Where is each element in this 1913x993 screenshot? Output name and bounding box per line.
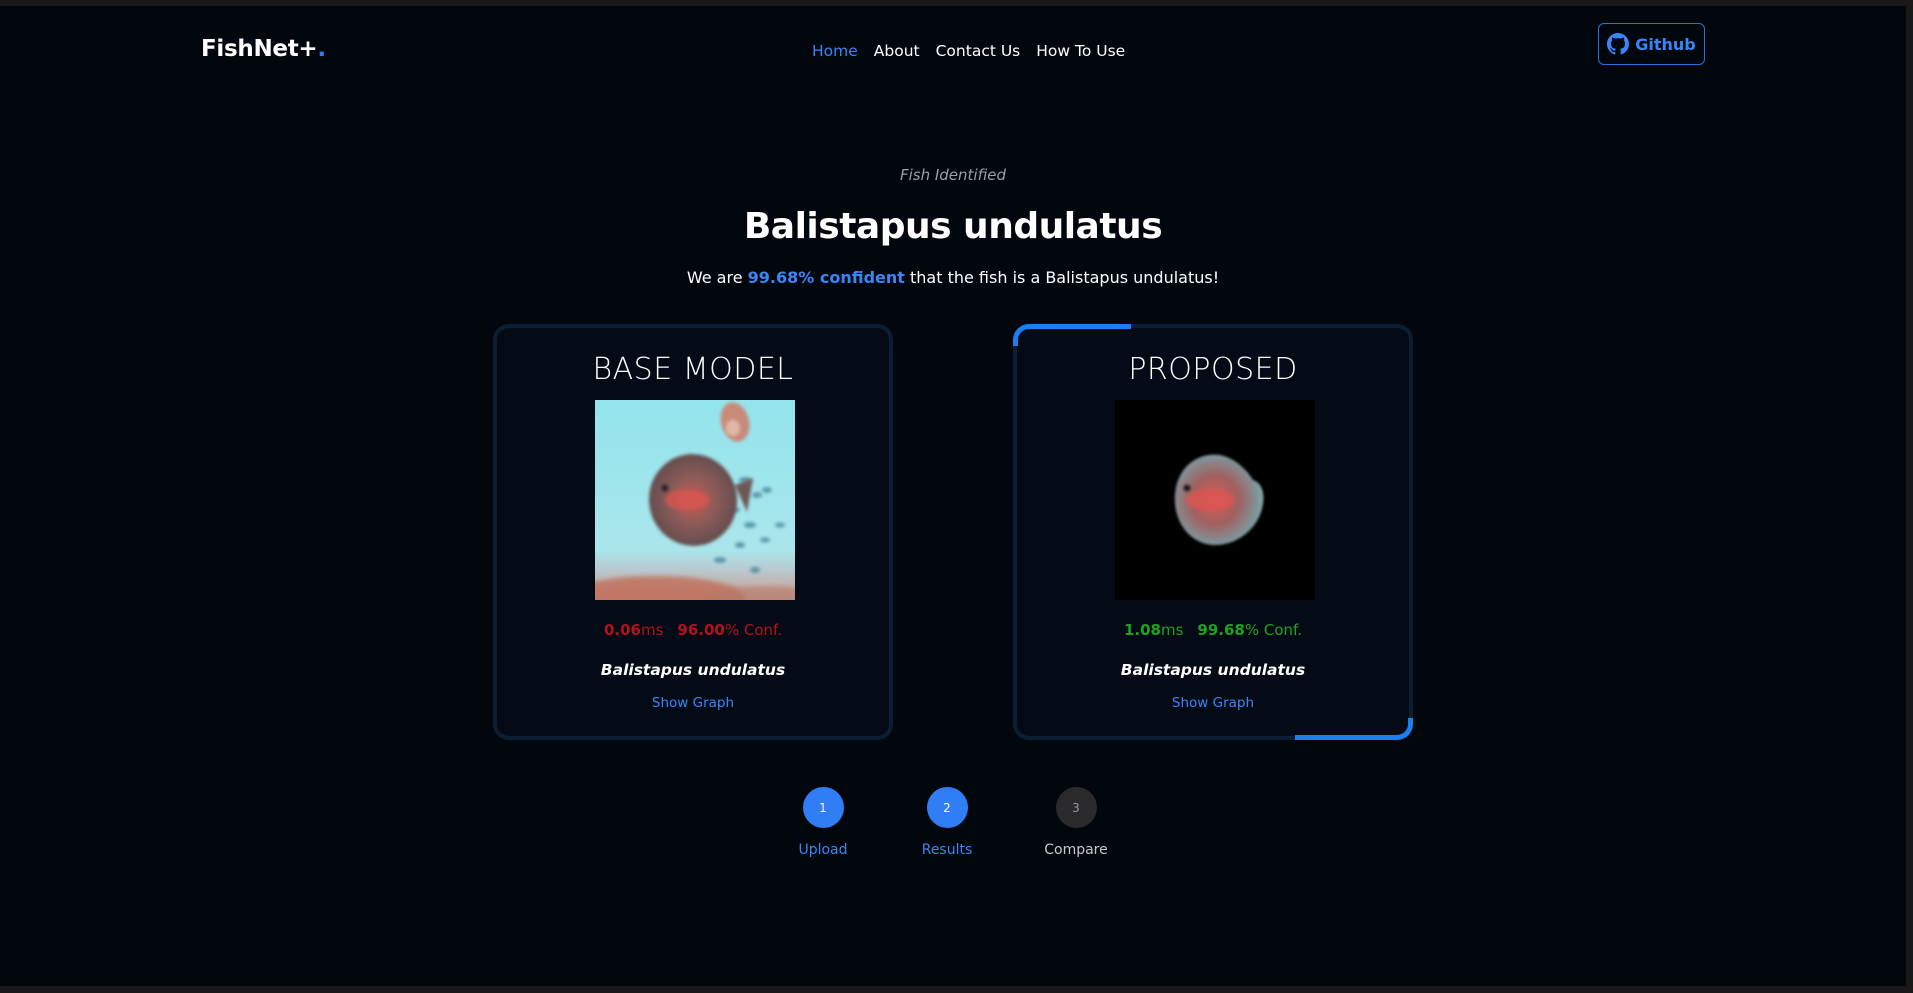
base-model-card: BASE MODEL 0.06ms 96.00% Conf. Balistapu… xyxy=(493,324,893,740)
step-circle[interactable]: 3 xyxy=(1055,787,1097,828)
inference-time-unit: ms xyxy=(640,621,664,639)
confidence-suffix: that the fish is a Balistapus undulatus! xyxy=(904,268,1220,287)
step-compare[interactable]: 3 Compare xyxy=(1016,787,1136,858)
card-accent-top xyxy=(1013,324,1131,346)
proposed-fish-image xyxy=(1115,400,1315,600)
proposed-model-card: PROPOSED 1.08ms 99.68% Conf. Balistapus … xyxy=(1013,324,1413,740)
card-title: PROPOSED xyxy=(1128,352,1298,387)
nav-link-about[interactable]: About xyxy=(874,42,920,60)
github-button[interactable]: Github xyxy=(1598,23,1705,65)
confidence-unit: % Conf. xyxy=(724,621,783,639)
logo-text: FishNet+ xyxy=(201,36,318,62)
step-results[interactable]: 2 Results xyxy=(887,787,1007,858)
base-stats: 0.06ms 96.00% Conf. xyxy=(497,621,889,639)
nav-link-contact-us[interactable]: Contact Us xyxy=(936,42,1021,60)
proposed-stats: 1.08ms 99.68% Conf. xyxy=(1017,621,1409,639)
logo[interactable]: FishNet+. xyxy=(201,36,326,62)
inference-time-unit: ms xyxy=(1160,621,1184,639)
confidence-value: 96.00 xyxy=(677,621,725,639)
step-label: Results xyxy=(921,842,973,858)
github-icon xyxy=(1607,33,1630,55)
card-title: BASE MODEL xyxy=(592,352,794,387)
navbar: FishNet+. Home About Contact Us How To U… xyxy=(0,6,1906,86)
confidence-unit: % Conf. xyxy=(1244,621,1303,639)
page-title: Balistapus undulatus xyxy=(743,206,1163,247)
nav-link-how-to-use[interactable]: How To Use xyxy=(1036,42,1125,60)
step-label: Compare xyxy=(1044,842,1108,858)
result-subtitle: Fish Identified xyxy=(899,166,1007,184)
nav-menu: Home About Contact Us How To Use xyxy=(812,42,1125,60)
species-name: Balistapus undulatus xyxy=(600,661,786,679)
step-circle[interactable]: 1 xyxy=(802,787,844,828)
show-graph-link[interactable]: Show Graph xyxy=(1017,695,1409,711)
step-upload[interactable]: 1 Upload xyxy=(763,787,883,858)
card-accent-bottom xyxy=(1295,718,1413,740)
logo-dot: . xyxy=(317,36,326,62)
species-name: Balistapus undulatus xyxy=(1120,661,1306,679)
confidence-statement: We are 99.68% confident that the fish is… xyxy=(0,268,1906,287)
nav-link-home[interactable]: Home xyxy=(812,42,858,60)
confidence-value: 99.68 xyxy=(1197,621,1245,639)
confidence-highlight: 99.68% confident xyxy=(747,268,905,287)
show-graph-link[interactable]: Show Graph xyxy=(497,695,889,711)
step-label: Upload xyxy=(798,842,848,858)
confidence-prefix: We are xyxy=(686,268,748,287)
base-fish-image xyxy=(595,400,795,600)
step-circle[interactable]: 2 xyxy=(926,787,968,828)
app-frame: FishNet+. Home About Contact Us How To U… xyxy=(0,6,1906,986)
github-label: Github xyxy=(1635,34,1696,54)
inference-time-value: 0.06 xyxy=(603,621,641,639)
inference-time-value: 1.08 xyxy=(1123,621,1161,639)
